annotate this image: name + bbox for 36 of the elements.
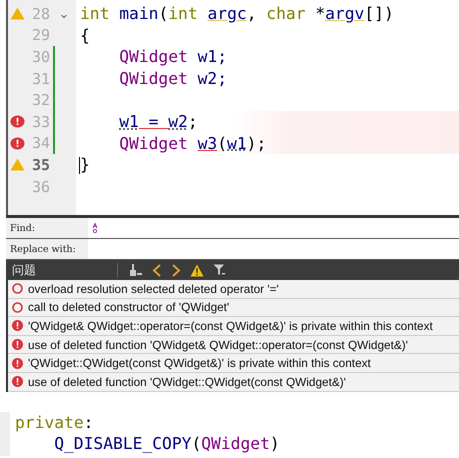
case-sensitive-icon[interactable]	[92, 223, 98, 233]
line-number: 31	[30, 70, 50, 88]
code-line: private:	[15, 412, 94, 432]
find-label: Find:	[9, 222, 36, 236]
code-line: QWidget w3(w1);	[119, 134, 266, 153]
code-line: }	[80, 155, 90, 174]
replace-label: Replace with:	[9, 242, 77, 256]
replace-field[interactable]	[88, 239, 459, 259]
code-line: {	[80, 26, 90, 45]
previous-icon[interactable]	[152, 264, 162, 276]
code-line: QWidget w1;	[119, 47, 228, 66]
next-icon[interactable]	[171, 264, 181, 276]
code-line: QWidget w2;	[119, 69, 228, 88]
line-number: 29	[30, 26, 50, 44]
code-line: int main(int argc, char *argv[])	[80, 4, 394, 24]
line-number: 36	[30, 178, 50, 196]
problem-item[interactable]: use of deleted function 'QWidget& QWidget::operator=(const QWidget&)'	[8, 336, 459, 354]
broom-icon[interactable]	[129, 264, 143, 276]
warning-filter-icon[interactable]	[190, 264, 204, 276]
problem-item[interactable]: use of deleted function 'QWidget::QWidget(const QWidget&)'	[8, 372, 459, 392]
line-number: 30	[30, 48, 50, 66]
code-line: w1 = w2;	[119, 112, 198, 132]
line-number: 33	[30, 112, 50, 131]
fold-toggle[interactable]: ⌄	[58, 7, 70, 20]
problem-item[interactable]: 'QWidget& QWidget::operator=(const QWidget&)' is private within this context	[8, 317, 459, 336]
problem-item[interactable]: 'QWidget::QWidget(const QWidget&)' is private within this context	[8, 354, 459, 373]
filter-icon[interactable]	[213, 264, 226, 276]
problem-item[interactable]: call to deleted constructor of 'QWidget'	[8, 298, 459, 318]
panel-title: 问题	[12, 262, 37, 278]
line-number: 35	[30, 156, 50, 174]
line-number: 34	[30, 134, 50, 152]
line-number: 32	[30, 91, 50, 110]
find-field[interactable]	[88, 218, 459, 238]
problem-item[interactable]: overload resolution selected deleted operator '='	[8, 280, 459, 299]
code-line: Q_DISABLE_COPY(QWidget)	[54, 434, 280, 453]
line-number: 28	[30, 4, 50, 23]
